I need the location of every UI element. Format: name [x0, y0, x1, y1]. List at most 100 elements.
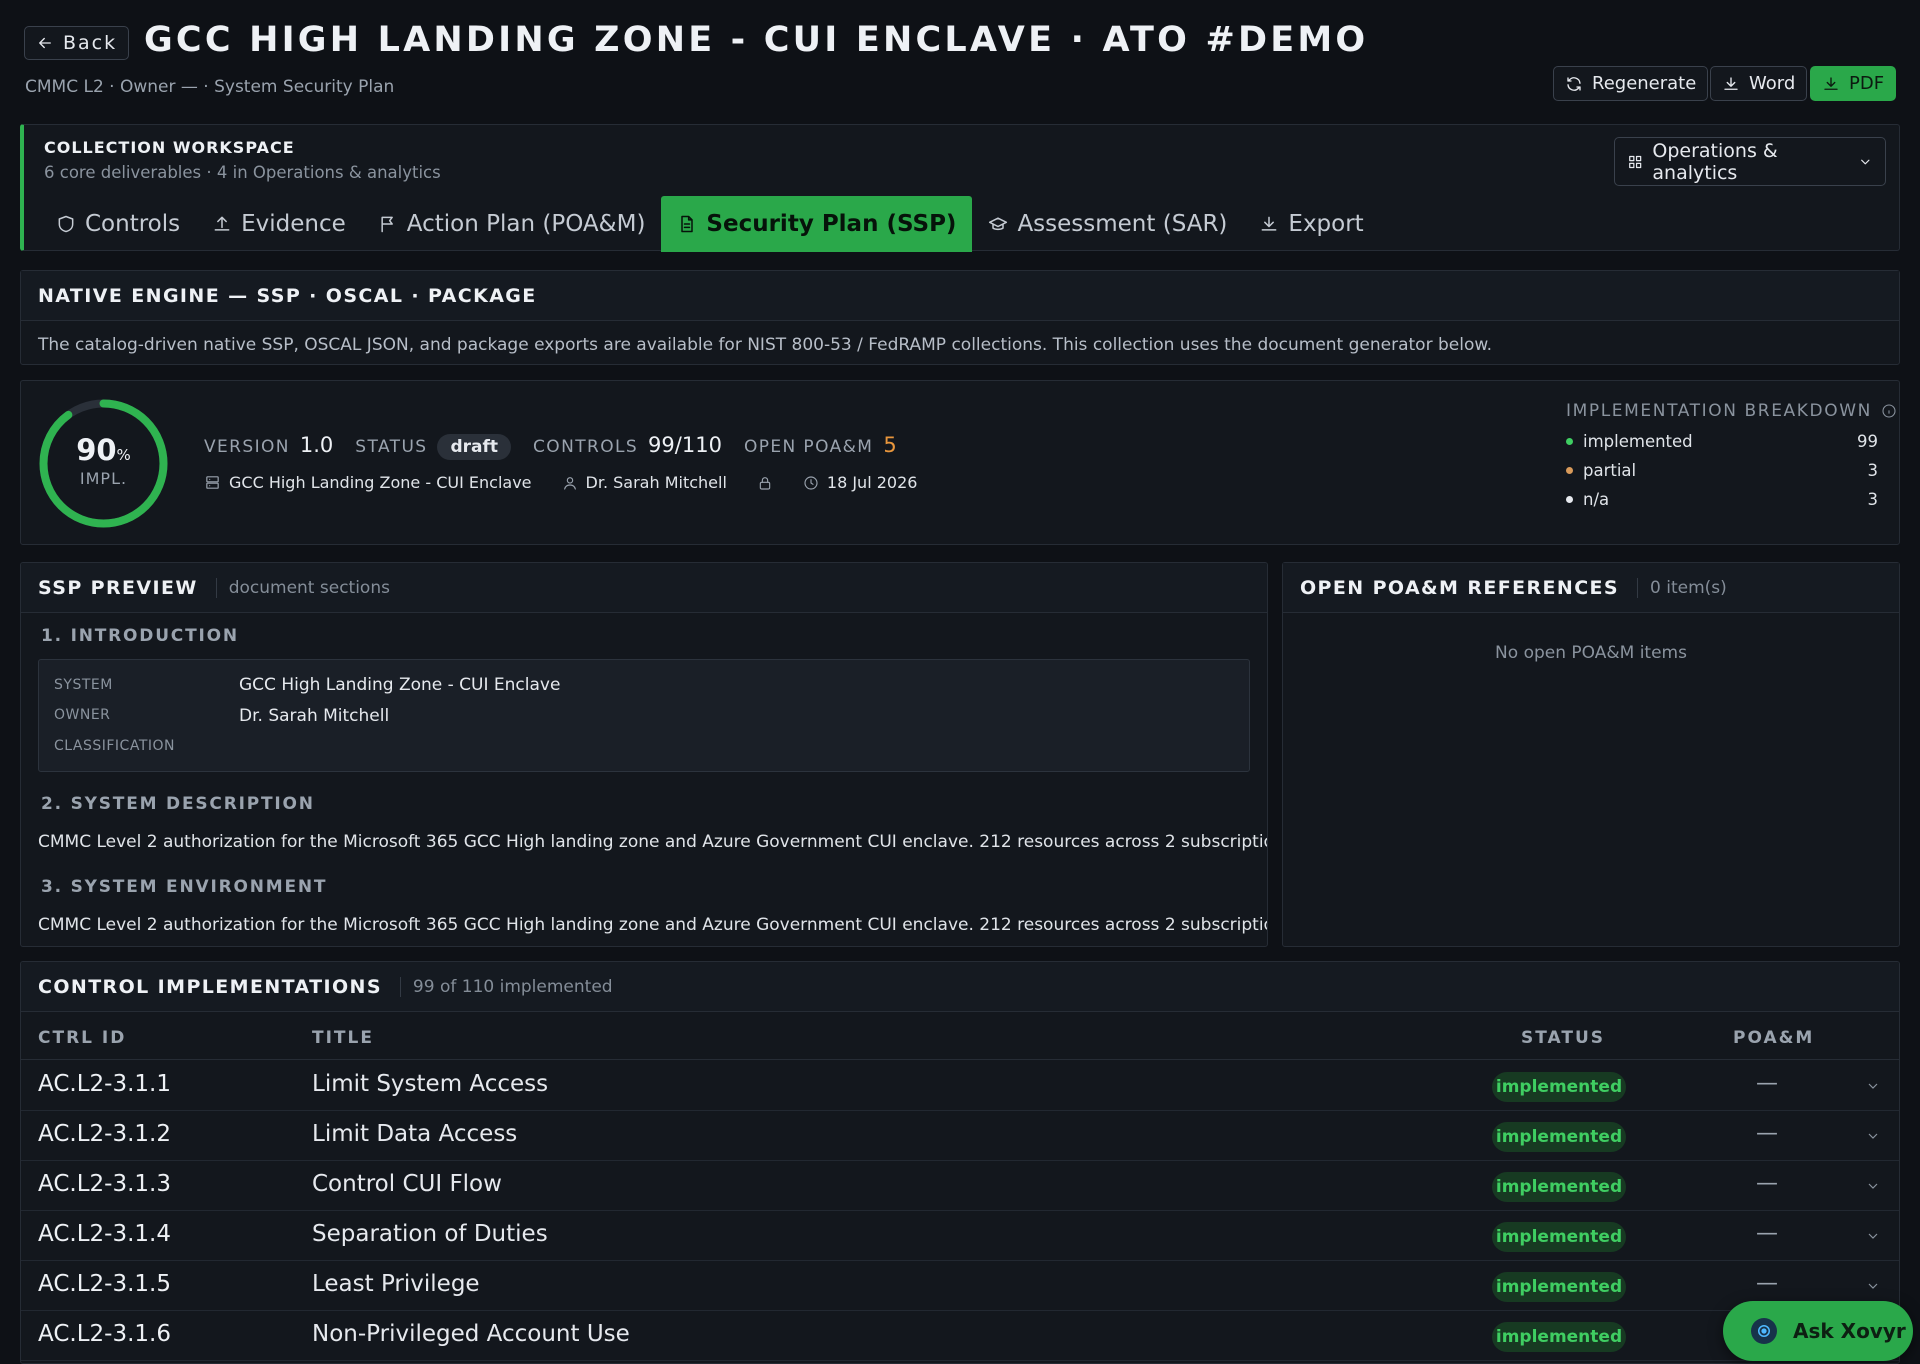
- breakdown-title: IMPLEMENTATION BREAKDOWN: [1566, 401, 1872, 421]
- env-heading: 3. SYSTEM ENVIRONMENT: [41, 877, 328, 897]
- tab-label: Assessment (SAR): [1017, 211, 1228, 237]
- ctrl-id: AC.L2-3.1.4: [38, 1221, 171, 1247]
- ctrl-poam: —: [1756, 1071, 1778, 1096]
- ask-assistant-button[interactable]: Ask Xovyr: [1723, 1301, 1913, 1361]
- table-row[interactable]: AC.L2-3.1.3 Control CUI Flow implemented…: [21, 1161, 1899, 1211]
- tab-label: Controls: [85, 211, 181, 237]
- tab-assessment[interactable]: Assessment (SAR): [972, 196, 1243, 252]
- breakdown-label: n/a: [1583, 490, 1610, 509]
- field-key: SYSTEM: [54, 677, 113, 693]
- breakdown-row-na: n/a 3: [1566, 490, 1878, 509]
- breakdown-count: 99: [1857, 432, 1878, 451]
- ctrl-title: Limit System Access: [312, 1071, 549, 1097]
- desc-text: CMMC Level 2 authorization for the Micro…: [38, 832, 1268, 852]
- graduation-cap-icon: [989, 217, 1008, 231]
- poam-references-panel: OPEN POA&M REFERENCES 0 item(s) No open …: [1282, 562, 1900, 947]
- table-row[interactable]: AC.L2-3.1.6 Non-Privileged Account Use i…: [21, 1311, 1899, 1361]
- ctrl-title: Least Privilege: [312, 1271, 480, 1297]
- ctrl-id: AC.L2-3.1.5: [38, 1271, 171, 1297]
- tab-export[interactable]: Export: [1243, 196, 1379, 252]
- ctrl-poam: —: [1756, 1171, 1778, 1196]
- chevron-down-icon[interactable]: [1865, 1078, 1881, 1094]
- status-badge: implemented: [1492, 1322, 1626, 1352]
- table-row[interactable]: AC.L2-3.1.4 Separation of Duties impleme…: [21, 1211, 1899, 1261]
- system-name: GCC High Landing Zone - CUI Enclave: [229, 473, 532, 492]
- tab-evidence[interactable]: Evidence: [196, 196, 362, 252]
- server-icon: [206, 476, 219, 489]
- controls-label: CONTROLS: [533, 437, 639, 457]
- intro-fields: SYSTEM GCC High Landing Zone - CUI Encla…: [38, 659, 1250, 772]
- field-key: CLASSIFICATION: [54, 738, 175, 754]
- field-value: Dr. Sarah Mitchell: [239, 706, 390, 726]
- clock-icon: [804, 475, 818, 490]
- owner-name: Dr. Sarah Mitchell: [585, 473, 727, 492]
- tab-security-plan[interactable]: Security Plan (SSP): [661, 196, 973, 252]
- implementation-percent: 90%: [37, 433, 170, 467]
- chevron-down-icon[interactable]: [1865, 1278, 1881, 1294]
- flag-icon: [381, 216, 393, 233]
- workspace-heading: COLLECTION WORKSPACE: [44, 138, 295, 157]
- ctrl-id: AC.L2-3.1.3: [38, 1171, 171, 1197]
- status-badge: implemented: [1492, 1272, 1626, 1302]
- implementation-breakdown-heading: IMPLEMENTATION BREAKDOWN: [1566, 401, 1897, 421]
- control-implementations-caption: 99 of 110 implemented: [399, 976, 613, 997]
- table-row[interactable]: AC.L2-3.1.1 Limit System Access implemen…: [21, 1061, 1899, 1111]
- open-poam-label: OPEN POA&M: [743, 437, 874, 457]
- ctrl-id: AC.L2-3.1.1: [38, 1071, 171, 1097]
- breakdown-row-partial: partial 3: [1566, 461, 1878, 480]
- native-engine-title: NATIVE ENGINE — SSP · OSCAL · PACKAGE: [38, 284, 537, 307]
- col-ctrl-id[interactable]: CTRL ID: [38, 1028, 126, 1048]
- status-label: STATUS: [355, 437, 428, 457]
- col-status[interactable]: STATUS: [1521, 1028, 1605, 1048]
- native-engine-header: NATIVE ENGINE — SSP · OSCAL · PACKAGE: [21, 271, 1899, 321]
- col-poam[interactable]: POA&M: [1733, 1028, 1814, 1048]
- chevron-down-icon[interactable]: [1865, 1128, 1881, 1144]
- col-title[interactable]: TITLE: [312, 1028, 374, 1048]
- word-export-button[interactable]: Word: [1710, 66, 1808, 101]
- info-icon[interactable]: [1881, 403, 1897, 419]
- version-value: 1.0: [299, 433, 334, 457]
- refresh-icon: [1567, 76, 1581, 91]
- operations-analytics-label: Operations & analytics: [1652, 139, 1778, 184]
- breakdown-row-implemented: implemented 99: [1566, 432, 1878, 451]
- collection-workspace: COLLECTION WORKSPACE 6 core deliverables…: [20, 124, 1900, 252]
- ssp-preview-title: SSP PREVIEW: [38, 576, 198, 599]
- tab-action-plan[interactable]: Action Plan (POA&M): [362, 196, 662, 252]
- poam-empty-text: No open POA&M items: [1495, 643, 1687, 663]
- breakdown-label: partial: [1583, 461, 1637, 480]
- ctrl-poam: —: [1756, 1221, 1778, 1246]
- poam-references-title: OPEN POA&M REFERENCES: [1300, 576, 1620, 599]
- document-icon: [681, 215, 694, 233]
- regenerate-button[interactable]: Regenerate: [1553, 66, 1709, 101]
- chevron-down-icon[interactable]: [1865, 1178, 1881, 1194]
- ssp-meta: VERSION 1.0 STATUS draft CONTROLS 99/110…: [204, 433, 909, 460]
- back-button-label: Back: [63, 32, 118, 54]
- table-row[interactable]: AC.L2-3.1.5 Least Privilege implemented …: [21, 1261, 1899, 1311]
- na-dot: [1566, 496, 1573, 503]
- intro-heading: 1. INTRODUCTION: [41, 626, 239, 646]
- ctrl-id: AC.L2-3.1.2: [38, 1121, 171, 1147]
- download-icon: [1261, 216, 1277, 231]
- ssp-preview-header: SSP PREVIEW document sections: [21, 563, 1267, 613]
- status-badge: implemented: [1492, 1172, 1626, 1202]
- tab-controls[interactable]: Controls: [40, 196, 196, 252]
- operations-analytics-dropdown[interactable]: Operations & analytics: [1614, 137, 1886, 186]
- table-row[interactable]: AC.L2-3.1.2 Limit Data Access implemente…: [21, 1111, 1899, 1161]
- chevron-down-icon[interactable]: [1865, 1228, 1881, 1244]
- percent-sign: %: [116, 446, 131, 464]
- pdf-export-button[interactable]: PDF: [1810, 66, 1897, 101]
- control-implementations-header: CONTROL IMPLEMENTATIONS 99 of 110 implem…: [21, 962, 1899, 1012]
- tab-label: Action Plan (POA&M): [406, 211, 646, 237]
- back-button[interactable]: Back: [24, 26, 130, 60]
- arrow-left-icon: [39, 37, 51, 49]
- tab-label: Security Plan (SSP): [706, 211, 957, 237]
- workspace-subheading: 6 core deliverables · 4 in Operations & …: [44, 163, 441, 182]
- ctrl-title: Separation of Duties: [312, 1221, 548, 1247]
- tab-label: Export: [1288, 211, 1364, 237]
- user-icon: [563, 476, 576, 490]
- desc-heading: 2. SYSTEM DESCRIPTION: [41, 794, 315, 814]
- lock-icon: [759, 476, 771, 490]
- ctrl-title: Control CUI Flow: [312, 1171, 502, 1197]
- field-key: OWNER: [54, 707, 111, 723]
- implementation-label: IMPL.: [79, 469, 128, 488]
